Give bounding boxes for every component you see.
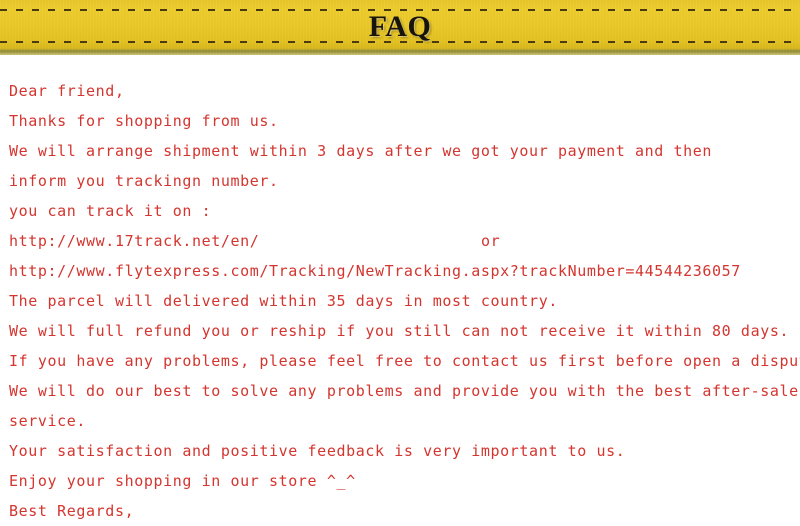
faq-text-line: Dear friend, xyxy=(9,82,125,100)
faq-text-line: Enjoy your shopping in our store ^_^ xyxy=(9,472,356,490)
faq-text-line: you can track it on : xyxy=(9,202,212,220)
faq-text-line: The parcel will delivered within 35 days… xyxy=(9,292,558,310)
faq-body-text: Dear friend, Thanks for shopping from us.… xyxy=(0,55,800,526)
faq-text-line: Your satisfaction and positive feedback … xyxy=(9,442,626,460)
faq-text-line: Best Regards, xyxy=(9,502,135,520)
faq-text-line: service. xyxy=(9,412,87,430)
faq-header-banner: FAQ xyxy=(0,0,800,55)
faq-text-line: Thanks for shopping from us. xyxy=(9,112,279,130)
faq-text-line: If you have any problems, please feel fr… xyxy=(9,352,800,370)
faq-text-line: http://www.17track.net/en/or xyxy=(9,226,800,256)
faq-text-line-trailer: or xyxy=(481,232,501,250)
page-title: FAQ xyxy=(368,10,432,43)
faq-text-line: We will arrange shipment within 3 days a… xyxy=(9,142,713,160)
faq-text-line: http://www.flytexpress.com/Tracking/NewT… xyxy=(9,262,741,280)
faq-text-line: We will full refund you or reship if you… xyxy=(9,322,790,340)
faq-text-line: We will do our best to solve any problem… xyxy=(9,382,799,400)
faq-text-line: inform you trackingn number. xyxy=(9,172,279,190)
faq-page: FAQ Dear friend, Thanks for shopping from… xyxy=(0,0,800,526)
